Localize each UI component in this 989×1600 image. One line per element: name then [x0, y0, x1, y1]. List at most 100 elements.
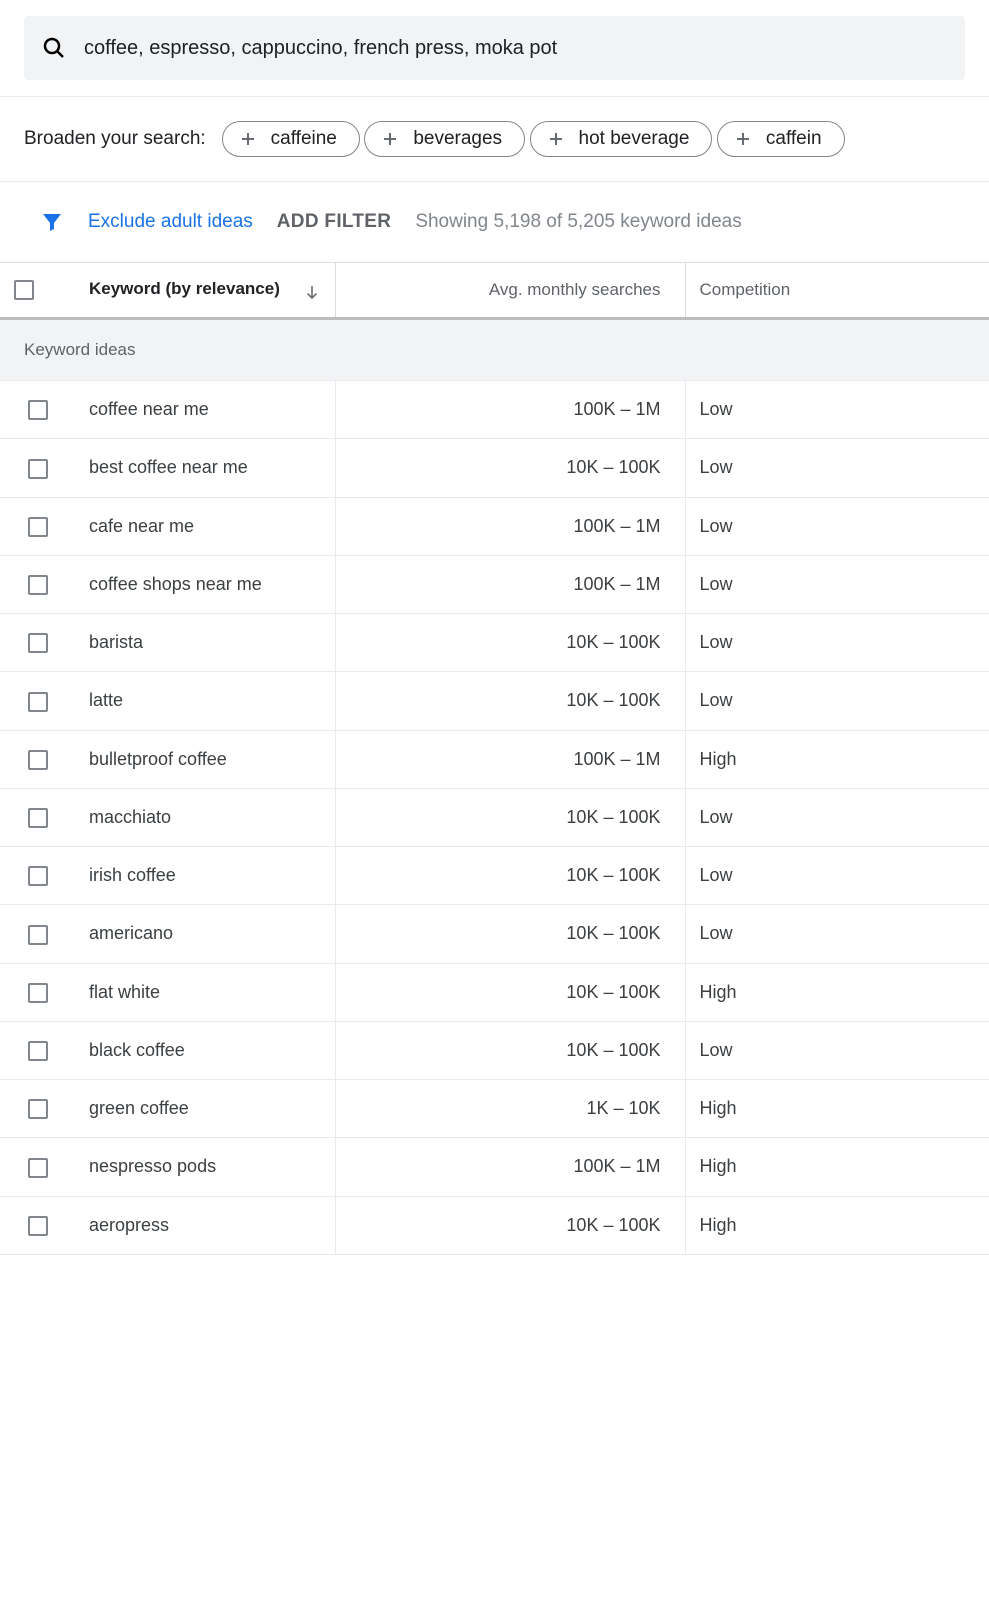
broaden-chip[interactable]: hot beverage — [530, 121, 713, 157]
competition-cell: High — [685, 1080, 989, 1138]
plus-icon — [381, 130, 399, 148]
keyword-cell[interactable]: irish coffee — [75, 847, 335, 905]
broaden-chip-label: caffeine — [271, 128, 337, 150]
competition-cell: High — [685, 963, 989, 1021]
competition-cell: High — [685, 1138, 989, 1196]
broaden-chip[interactable]: caffein — [717, 121, 845, 157]
searches-cell: 10K – 100K — [335, 788, 685, 846]
competition-cell: Low — [685, 381, 989, 439]
row-select-cell — [0, 788, 75, 846]
broaden-chip-label: hot beverage — [579, 128, 690, 150]
search-query: coffee, espresso, cappuccino, french pre… — [84, 37, 557, 60]
keyword-cell[interactable]: cafe near me — [75, 497, 335, 555]
plus-icon — [547, 130, 565, 148]
competition-cell: Low — [685, 788, 989, 846]
broaden-chip[interactable]: caffeine — [222, 121, 360, 157]
table-row: best coffee near me10K – 100KLow — [0, 439, 989, 497]
row-select-cell — [0, 614, 75, 672]
keyword-cell[interactable]: coffee shops near me — [75, 555, 335, 613]
row-select-cell — [0, 1080, 75, 1138]
add-filter-button[interactable]: ADD FILTER — [277, 211, 392, 233]
keyword-cell[interactable]: coffee near me — [75, 381, 335, 439]
column-header-searches[interactable]: Avg. monthly searches — [335, 263, 685, 319]
broaden-chip[interactable]: beverages — [364, 121, 525, 157]
column-header-competition[interactable]: Competition — [685, 263, 989, 319]
search-bar[interactable]: coffee, espresso, cappuccino, french pre… — [24, 16, 965, 80]
competition-cell: High — [685, 730, 989, 788]
column-header-keyword[interactable]: Keyword (by relevance) — [75, 263, 335, 319]
competition-cell: Low — [685, 555, 989, 613]
keyword-ideas-section-label: Keyword ideas — [0, 319, 989, 381]
searches-cell: 10K – 100K — [335, 672, 685, 730]
broaden-chip-label: caffein — [766, 128, 822, 150]
competition-cell: High — [685, 1196, 989, 1254]
keyword-cell[interactable]: bulletproof coffee — [75, 730, 335, 788]
plus-icon — [239, 130, 257, 148]
filter-bar: Exclude adult ideas ADD FILTER Showing 5… — [0, 181, 989, 262]
searches-cell: 100K – 1M — [335, 1138, 685, 1196]
plus-icon — [734, 130, 752, 148]
row-checkbox[interactable] — [28, 575, 48, 595]
column-header-searches-label: Avg. monthly searches — [489, 280, 661, 299]
competition-cell: Low — [685, 614, 989, 672]
row-checkbox[interactable] — [28, 983, 48, 1003]
select-all-checkbox[interactable] — [14, 280, 34, 300]
table-row: coffee near me100K – 1MLow — [0, 381, 989, 439]
keyword-cell[interactable]: macchiato — [75, 788, 335, 846]
table-row: irish coffee10K – 100KLow — [0, 847, 989, 905]
keyword-cell[interactable]: green coffee — [75, 1080, 335, 1138]
row-checkbox[interactable] — [28, 1099, 48, 1119]
searches-cell: 100K – 1M — [335, 730, 685, 788]
searches-cell: 10K – 100K — [335, 1196, 685, 1254]
exclude-adult-link[interactable]: Exclude adult ideas — [88, 211, 253, 233]
competition-cell: Low — [685, 497, 989, 555]
column-header-keyword-label: Keyword (by relevance) — [89, 279, 280, 298]
table-row: cafe near me100K – 1MLow — [0, 497, 989, 555]
searches-cell: 10K – 100K — [335, 963, 685, 1021]
row-checkbox[interactable] — [28, 1158, 48, 1178]
searches-cell: 100K – 1M — [335, 555, 685, 613]
search-icon — [42, 36, 66, 60]
keyword-cell[interactable]: americano — [75, 905, 335, 963]
row-select-cell — [0, 497, 75, 555]
row-checkbox[interactable] — [28, 459, 48, 479]
filter-icon[interactable] — [40, 210, 64, 234]
keyword-ideas-section-header: Keyword ideas — [0, 319, 989, 381]
column-header-select[interactable] — [0, 263, 75, 319]
keyword-cell[interactable]: flat white — [75, 963, 335, 1021]
searches-cell: 100K – 1M — [335, 381, 685, 439]
keyword-cell[interactable]: aeropress — [75, 1196, 335, 1254]
table-row: black coffee10K – 100KLow — [0, 1021, 989, 1079]
keyword-cell[interactable]: latte — [75, 672, 335, 730]
table-row: coffee shops near me100K – 1MLow — [0, 555, 989, 613]
row-select-cell — [0, 555, 75, 613]
keyword-cell[interactable]: black coffee — [75, 1021, 335, 1079]
row-select-cell — [0, 1138, 75, 1196]
keyword-cell[interactable]: nespresso pods — [75, 1138, 335, 1196]
row-select-cell — [0, 963, 75, 1021]
broaden-label: Broaden your search: — [24, 128, 206, 150]
row-select-cell — [0, 381, 75, 439]
row-checkbox[interactable] — [28, 633, 48, 653]
row-checkbox[interactable] — [28, 808, 48, 828]
table-row: aeropress10K – 100KHigh — [0, 1196, 989, 1254]
row-select-cell — [0, 672, 75, 730]
row-select-cell — [0, 847, 75, 905]
table-row: latte10K – 100KLow — [0, 672, 989, 730]
table-row: barista10K – 100KLow — [0, 614, 989, 672]
row-checkbox[interactable] — [28, 925, 48, 945]
row-checkbox[interactable] — [28, 750, 48, 770]
row-checkbox[interactable] — [28, 400, 48, 420]
row-checkbox[interactable] — [28, 692, 48, 712]
row-checkbox[interactable] — [28, 1216, 48, 1236]
keyword-table: Keyword (by relevance) Avg. monthly sear… — [0, 262, 989, 1255]
row-checkbox[interactable] — [28, 517, 48, 537]
arrow-down-icon — [303, 283, 321, 301]
row-checkbox[interactable] — [28, 1041, 48, 1061]
competition-cell: Low — [685, 439, 989, 497]
result-count-text: Showing 5,198 of 5,205 keyword ideas — [415, 211, 741, 233]
row-select-cell — [0, 730, 75, 788]
keyword-cell[interactable]: barista — [75, 614, 335, 672]
row-checkbox[interactable] — [28, 866, 48, 886]
keyword-cell[interactable]: best coffee near me — [75, 439, 335, 497]
